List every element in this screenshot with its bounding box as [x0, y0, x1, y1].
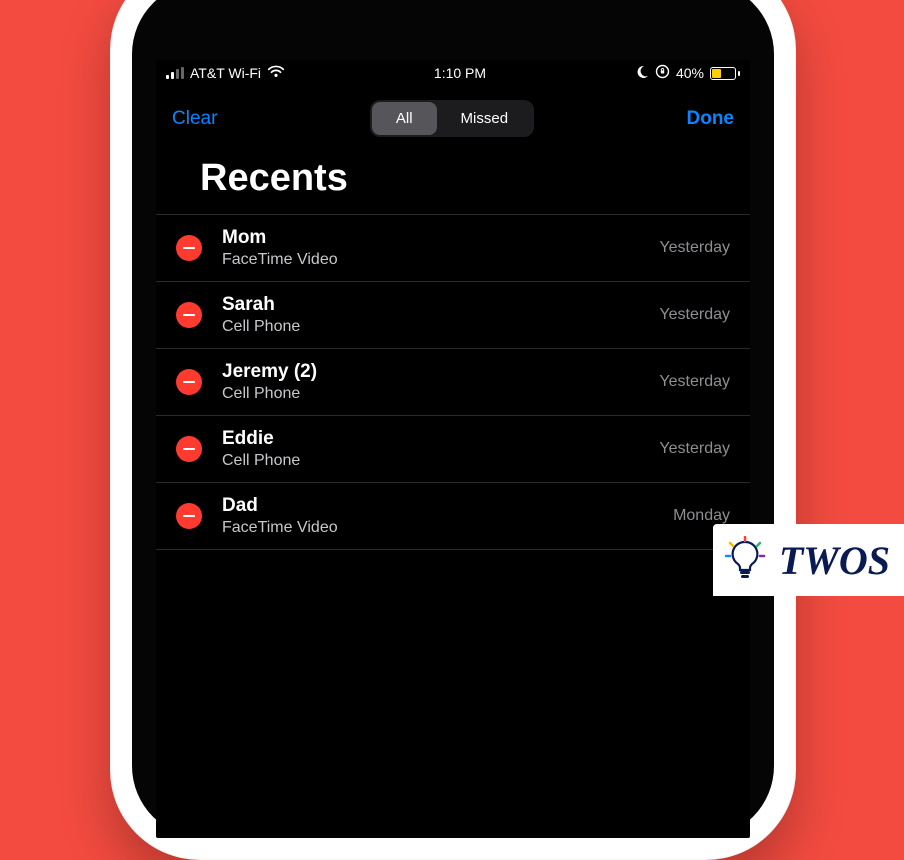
screen: AT&T Wi-Fi 1:10 PM	[156, 60, 750, 838]
watermark-text: TWOS	[779, 537, 890, 584]
delete-icon[interactable]	[176, 503, 202, 529]
segmented-control: All Missed	[370, 100, 534, 137]
list-item[interactable]: Eddie Cell Phone Yesterday	[156, 415, 750, 482]
call-time: Yesterday	[659, 440, 730, 458]
contact-name: Eddie	[222, 428, 643, 450]
contact-name: Jeremy (2)	[222, 361, 643, 383]
moon-icon	[635, 65, 649, 82]
call-entry: Sarah Cell Phone	[218, 294, 643, 336]
phone-frame: AT&T Wi-Fi 1:10 PM	[110, 0, 796, 860]
wifi-icon	[267, 65, 285, 81]
segment-all[interactable]: All	[372, 102, 437, 135]
list-item[interactable]: Sarah Cell Phone Yesterday	[156, 281, 750, 348]
phone-bezel: AT&T Wi-Fi 1:10 PM	[132, 0, 774, 838]
done-button[interactable]: Done	[687, 108, 735, 130]
carrier-label: AT&T Wi-Fi	[190, 65, 261, 81]
battery-pct: 40%	[676, 65, 704, 81]
segment-missed[interactable]: Missed	[437, 102, 533, 135]
list-item[interactable]: Mom FaceTime Video Yesterday	[156, 214, 750, 281]
contact-name: Dad	[222, 495, 657, 517]
call-time: Yesterday	[659, 239, 730, 257]
call-type: FaceTime Video	[222, 519, 657, 537]
page-title: Recents	[156, 147, 750, 214]
delete-icon[interactable]	[176, 369, 202, 395]
clear-button[interactable]: Clear	[172, 108, 217, 130]
call-time: Yesterday	[659, 306, 730, 324]
orientation-lock-icon	[655, 64, 670, 82]
call-entry: Dad FaceTime Video	[218, 495, 657, 537]
delete-icon[interactable]	[176, 235, 202, 261]
battery-icon	[710, 67, 740, 80]
delete-icon[interactable]	[176, 436, 202, 462]
call-time: Yesterday	[659, 373, 730, 391]
status-bar: AT&T Wi-Fi 1:10 PM	[156, 60, 750, 86]
call-type: Cell Phone	[222, 452, 643, 470]
call-entry: Eddie Cell Phone	[218, 428, 643, 470]
status-time: 1:10 PM	[434, 65, 486, 81]
call-time: Monday	[673, 507, 730, 525]
contact-name: Sarah	[222, 294, 643, 316]
contact-name: Mom	[222, 227, 643, 249]
call-entry: Mom FaceTime Video	[218, 227, 643, 269]
delete-icon[interactable]	[176, 302, 202, 328]
list-item[interactable]: Jeremy (2) Cell Phone Yesterday	[156, 348, 750, 415]
call-entry: Jeremy (2) Cell Phone	[218, 361, 643, 403]
lightbulb-icon	[721, 536, 769, 584]
nav-bar: Clear All Missed Done	[156, 86, 750, 147]
call-type: FaceTime Video	[222, 251, 643, 269]
list-item[interactable]: Dad FaceTime Video Monday	[156, 482, 750, 550]
cell-signal-icon	[166, 67, 184, 79]
call-type: Cell Phone	[222, 385, 643, 403]
watermark: TWOS	[713, 524, 904, 596]
recents-list: Mom FaceTime Video Yesterday Sarah Cell …	[156, 214, 750, 550]
call-type: Cell Phone	[222, 318, 643, 336]
